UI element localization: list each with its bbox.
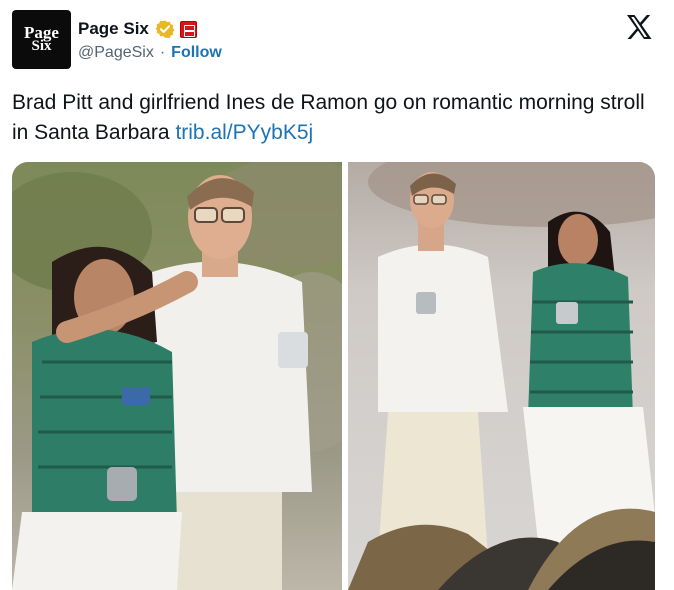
avatar-text-line2: Six — [31, 38, 52, 54]
name-row: Page Six — [78, 18, 197, 40]
photo-left[interactable] — [12, 162, 342, 590]
avatar[interactable]: Page Six — [12, 10, 71, 69]
tweet-header: Page Six Page Six @PageSix · Follow — [12, 10, 662, 74]
handle[interactable]: @PageSix — [78, 44, 154, 62]
x-logo-icon[interactable] — [624, 12, 654, 42]
separator-dot: · — [159, 44, 166, 61]
tweet-link[interactable]: trib.al/PYybK5j — [175, 121, 313, 144]
follow-button[interactable]: Follow — [171, 44, 222, 62]
photo-right-image — [348, 162, 655, 590]
tweet-text: Brad Pitt and girlfriend Ines de Ramon g… — [12, 88, 652, 148]
tweet-media[interactable] — [12, 162, 655, 590]
handle-row: @PageSix · Follow — [78, 44, 222, 62]
display-name[interactable]: Page Six — [78, 19, 149, 39]
tweet-body: Brad Pitt and girlfriend Ines de Ramon g… — [12, 91, 645, 144]
affiliate-badge-icon[interactable] — [179, 20, 197, 38]
verified-badge-icon — [155, 20, 175, 39]
photo-right[interactable] — [348, 162, 655, 590]
photo-left-image — [12, 162, 342, 590]
